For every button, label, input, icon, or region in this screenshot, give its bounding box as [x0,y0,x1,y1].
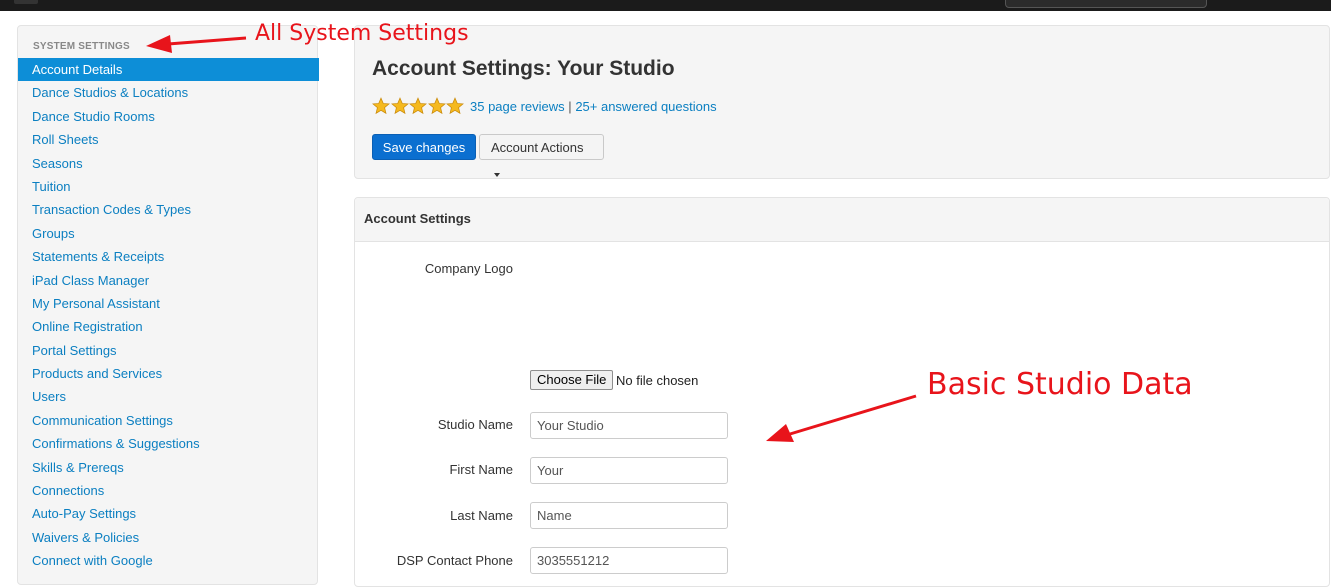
menu-button[interactable] [14,0,38,4]
studio-name-label: Studio Name [437,417,513,432]
choose-file-button[interactable]: Choose File [530,370,614,390]
page-title: Account Settings: Your Studio [372,57,675,80]
sidebar-item-my-personal-assistant[interactable]: My Personal Assistant [18,292,319,315]
settings-sidebar: SYSTEM SETTINGS Account Details Dance Stu… [17,25,319,585]
account-actions-dropdown[interactable]: Account Actions [479,134,604,177]
sidebar-item-online-registration[interactable]: Online Registration [18,315,319,338]
star-icon [409,97,427,115]
top-navbar [0,0,1331,11]
sidebar-item-tuition[interactable]: Tuition [18,175,319,198]
sidebar-item-dance-studios-locations[interactable]: Dance Studios & Locations [18,81,319,104]
account-settings-heading: Account Settings [355,198,1329,242]
sidebar-item-roll-sheets[interactable]: Roll Sheets [18,128,319,151]
sidebar-item-transaction-codes-types[interactable]: Transaction Codes & Types [18,198,319,221]
save-changes-button[interactable]: Save changes [372,134,476,160]
annotation-all-system-settings: All System Settings [255,21,469,46]
last-name-label: Last Name [450,508,513,523]
star-icon [390,97,409,115]
page-reviews-link[interactable]: 35 page reviews [470,99,565,114]
search-input[interactable] [1005,0,1207,8]
sidebar-item-seasons[interactable]: Seasons [18,152,319,175]
star-icon [427,97,446,115]
sidebar-item-skills-prereqs[interactable]: Skills & Prereqs [18,456,319,479]
sidebar-item-account-details[interactable]: Account Details [18,58,319,82]
sidebar-item-ipad-class-manager[interactable]: iPad Class Manager [18,269,319,292]
annotation-basic-studio-data: Basic Studio Data [927,367,1193,402]
answered-questions-link[interactable]: 25+ answered questions [575,99,716,114]
account-settings-title: Account Settings [364,211,471,226]
sidebar-item-users[interactable]: Users [18,385,319,408]
star-icon [446,97,464,115]
rating-stars [372,97,465,115]
sidebar-item-products-and-services[interactable]: Products and Services [18,362,319,385]
sidebar-item-confirmations-suggestions[interactable]: Confirmations & Suggestions [18,432,319,455]
company-logo-label: Company Logo [424,261,513,276]
sidebar-item-waivers-policies[interactable]: Waivers & Policies [18,526,319,549]
first-name-label: First Name [449,462,513,477]
save-changes-label: Save changes [382,140,466,155]
sidebar-item-communication-settings[interactable]: Communication Settings [18,409,319,432]
page-header-panel: Account Settings: Your Studio 35 page re… [354,25,1330,179]
file-status: No file chosen [616,373,699,388]
last-name-input[interactable] [530,502,728,529]
sidebar-header: SYSTEM SETTINGS [33,41,130,52]
review-separator: | [568,99,572,114]
sidebar-item-dance-studio-rooms[interactable]: Dance Studio Rooms [18,105,319,128]
star-icon [372,97,390,115]
account-actions-label: Account Actions [491,140,584,155]
sidebar-item-groups[interactable]: Groups [18,222,319,245]
caret-down-icon [494,172,500,177]
sidebar-nav: Account Details Dance Studios & Locations… [18,58,319,573]
sidebar-item-statements-receipts[interactable]: Statements & Receipts [18,245,319,268]
sidebar-item-portal-settings[interactable]: Portal Settings [18,339,319,362]
first-name-input[interactable] [530,457,728,484]
contact-phone-label: DSP Contact Phone [396,553,513,568]
sidebar-item-connections[interactable]: Connections [18,479,319,502]
sidebar-item-connect-with-google[interactable]: Connect with Google [18,549,319,572]
studio-name-input[interactable] [530,412,728,439]
contact-phone-input[interactable] [530,547,728,574]
review-line: 35 page reviews | 25+ answered questions [470,99,717,114]
sidebar-item-auto-pay-settings[interactable]: Auto-Pay Settings [18,502,319,525]
